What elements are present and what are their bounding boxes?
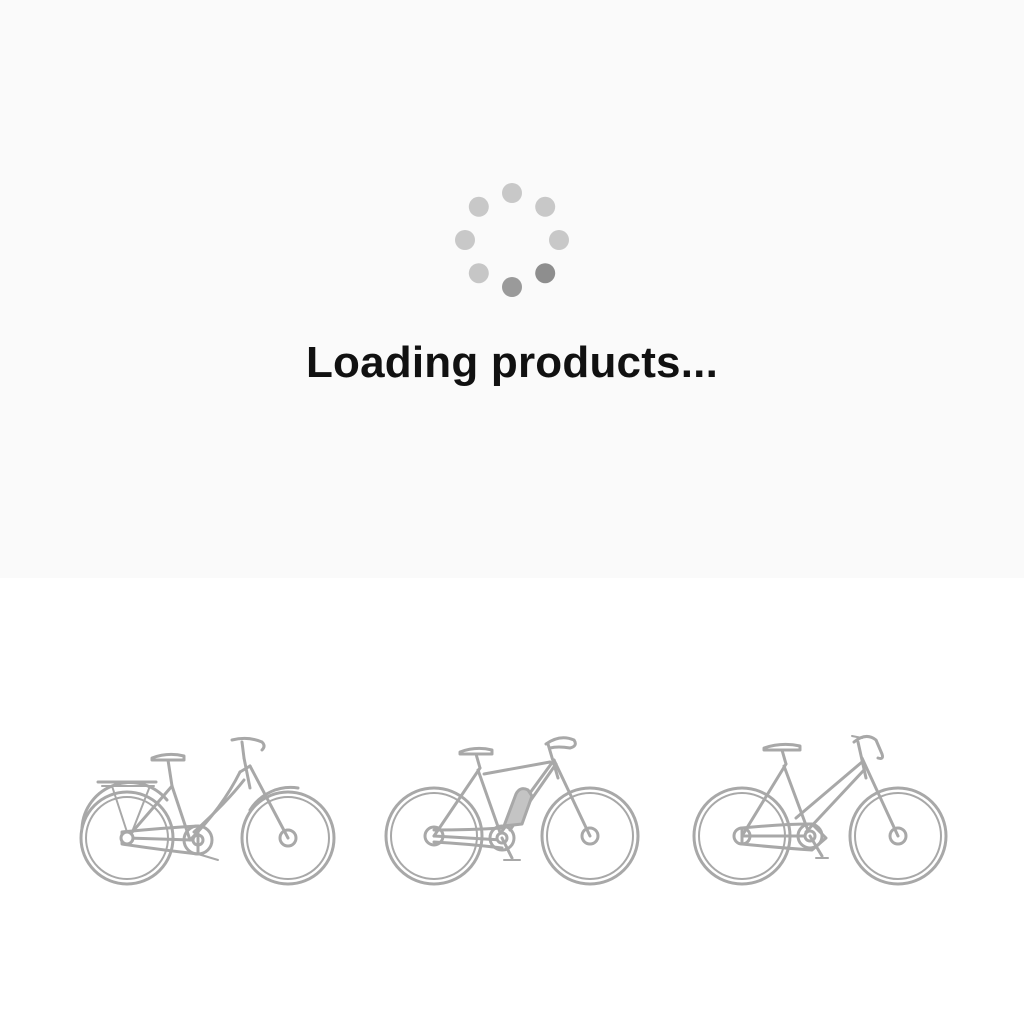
spinner-dot	[535, 263, 556, 284]
e-bike-icon	[382, 734, 644, 890]
product-placeholder-row	[0, 578, 1024, 1024]
spinner-dot	[502, 277, 522, 297]
spinner-dot	[502, 183, 522, 203]
city-bike-icon	[72, 728, 342, 888]
trekking-bike-icon	[686, 728, 954, 890]
loading-page: Loading products...	[0, 0, 1024, 1024]
spinner-dot	[535, 196, 556, 217]
spinner-dot	[468, 196, 489, 217]
spinner-dot	[455, 230, 475, 250]
loading-spinner-icon	[455, 183, 569, 297]
spinner-dot	[549, 230, 569, 250]
loading-panel: Loading products...	[0, 0, 1024, 578]
spinner-dot	[468, 263, 489, 284]
loading-message: Loading products...	[305, 338, 718, 387]
